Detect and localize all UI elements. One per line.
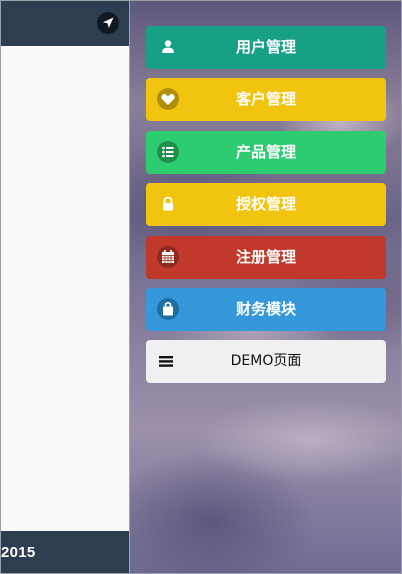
user-management-button[interactable]: 用户管理	[146, 26, 386, 69]
side-menu: 用户管理 客户管理 产品管理 授权管理 注册管理 财务模块 DEMO页面	[129, 1, 401, 573]
product-management-button[interactable]: 产品管理	[146, 131, 386, 174]
license-management-button[interactable]: 授权管理	[146, 183, 386, 226]
lock-icon	[157, 193, 179, 215]
main-page: 2015	[1, 1, 129, 573]
list-icon	[157, 141, 179, 163]
customer-management-label: 客户管理	[235, 90, 296, 108]
finance-module-button[interactable]: 财务模块	[146, 288, 386, 331]
demo-page-button[interactable]: DEMO页面	[146, 340, 386, 383]
footer-text: 2015	[1, 544, 36, 561]
registration-management-button[interactable]: 注册管理	[146, 236, 386, 279]
menu-icon	[157, 350, 179, 372]
registration-management-label: 注册管理	[235, 248, 296, 266]
app-frame: 2015 用户管理 客户管理 产品管理 授权管理 注册管理 财务模块 DEMO页…	[0, 0, 402, 574]
location-arrow-icon[interactable]	[97, 12, 119, 34]
product-management-label: 产品管理	[235, 143, 296, 161]
main-header	[1, 1, 129, 46]
finance-module-label: 财务模块	[235, 300, 296, 318]
shopping-bag-icon	[157, 298, 179, 320]
customer-management-button[interactable]: 客户管理	[146, 78, 386, 121]
license-management-label: 授权管理	[235, 195, 296, 213]
calendar-icon	[157, 246, 179, 268]
demo-page-label: DEMO页面	[230, 353, 302, 369]
user-management-label: 用户管理	[235, 38, 296, 56]
heart-icon	[157, 88, 179, 110]
user-icon	[157, 36, 179, 58]
main-footer: 2015	[1, 531, 129, 573]
